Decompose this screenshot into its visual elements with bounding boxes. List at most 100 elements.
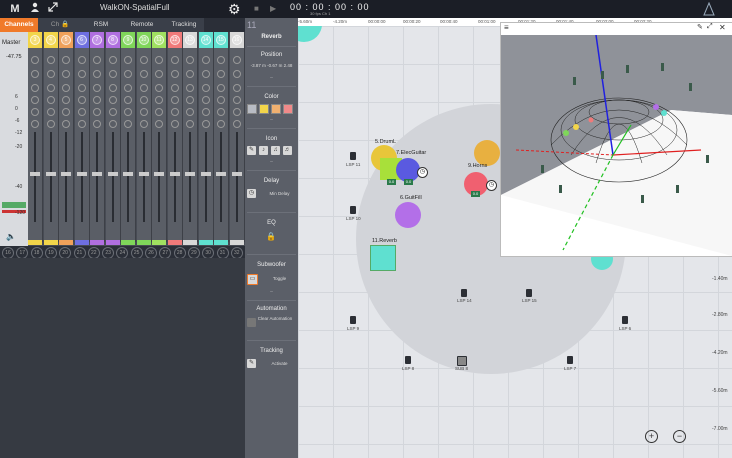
user-icon[interactable]	[28, 2, 42, 16]
subwoofer-more[interactable]: ...	[245, 288, 298, 293]
channel-knob[interactable]	[232, 70, 241, 78]
channel-knob[interactable]	[124, 70, 132, 78]
channel-knob[interactable]	[77, 96, 86, 104]
tab-rsm[interactable]: RSM	[82, 18, 121, 32]
channel-header[interactable]: 13	[183, 32, 197, 48]
channel-strip[interactable]: 10	[136, 32, 152, 245]
channel-knob[interactable]	[46, 56, 55, 64]
fader-handle[interactable]	[61, 172, 71, 176]
channel-knob[interactable]	[139, 70, 148, 78]
fader-track[interactable]	[142, 132, 145, 222]
channel-header[interactable]: 12	[167, 32, 182, 48]
fader-handle[interactable]	[216, 172, 226, 176]
tab-remote[interactable]: Remote	[120, 18, 165, 32]
channel-knob[interactable]	[217, 120, 225, 128]
channel-knob[interactable]	[201, 56, 210, 64]
stop-icon[interactable]: ■	[254, 4, 259, 13]
fader-handle[interactable]	[76, 172, 87, 176]
zoom-out-icon[interactable]: −	[673, 430, 686, 443]
channel-knob[interactable]	[46, 96, 55, 104]
channel-knob[interactable]	[46, 70, 55, 78]
tab-tracking[interactable]: Tracking	[164, 18, 205, 32]
channel-strip[interactable]: 15	[214, 32, 229, 245]
speaker-icon[interactable]	[350, 206, 356, 214]
speaker-icon[interactable]	[461, 289, 467, 297]
color-swatch[interactable]	[283, 104, 293, 114]
channel-knob[interactable]	[31, 96, 39, 104]
channel-knob[interactable]	[170, 70, 179, 78]
channel-knob[interactable]	[217, 84, 225, 92]
channel-knob[interactable]	[232, 96, 241, 104]
channel-knob[interactable]	[186, 120, 194, 128]
channel-knob[interactable]	[124, 84, 132, 92]
edit-icon[interactable]: ✎	[697, 23, 703, 31]
color-swatch[interactable]	[271, 104, 281, 114]
channel-header[interactable]: 5	[59, 32, 73, 48]
channel-header[interactable]: 6	[74, 32, 89, 48]
channel-strip[interactable]: 12	[167, 32, 183, 245]
icon-option-drum[interactable]: ♪	[259, 146, 268, 155]
3d-scene[interactable]	[501, 35, 732, 256]
channel-knob[interactable]	[155, 108, 163, 116]
channel-knob[interactable]	[139, 120, 148, 128]
fader-track[interactable]	[173, 132, 176, 222]
source-reverb[interactable]	[370, 245, 396, 271]
channel-knob[interactable]	[201, 70, 210, 78]
channel-knob[interactable]	[155, 56, 163, 64]
channel-knob[interactable]	[93, 120, 101, 128]
channel-strip[interactable]: 13	[183, 32, 198, 245]
channel-knob[interactable]	[232, 108, 241, 116]
channel-knob[interactable]	[62, 84, 70, 92]
channel-strip[interactable]: 8	[105, 32, 121, 245]
speaker-icon[interactable]	[567, 356, 573, 364]
channel-knob[interactable]	[108, 120, 117, 128]
fader-handle[interactable]	[200, 172, 211, 176]
channel-header[interactable]: 8	[105, 32, 120, 48]
fader-handle[interactable]	[154, 172, 164, 176]
channel-knob[interactable]	[170, 56, 179, 64]
channel-knob[interactable]	[62, 108, 70, 116]
channel-knob[interactable]	[62, 96, 70, 104]
icon-option-keys[interactable]: ♫	[271, 146, 280, 155]
fader-handle[interactable]	[30, 172, 40, 176]
channel-knob[interactable]	[93, 56, 101, 64]
channel-knob[interactable]	[155, 70, 163, 78]
channel-knob[interactable]	[31, 84, 39, 92]
subwoofer-icon[interactable]	[457, 356, 467, 366]
color-swatch[interactable]	[259, 104, 269, 114]
speaker-icon[interactable]	[350, 316, 356, 324]
zoom-in-icon[interactable]: +	[645, 430, 658, 443]
channel-header[interactable]: 16	[229, 32, 244, 48]
eq-lock-icon[interactable]: 🔒	[266, 232, 276, 241]
channel-header[interactable]: 7	[90, 32, 104, 48]
channel-knob[interactable]	[201, 120, 210, 128]
channel-knob[interactable]	[93, 84, 101, 92]
channel-header[interactable]: 11	[152, 32, 166, 48]
fader-handle[interactable]	[185, 172, 195, 176]
channel-knob[interactable]	[186, 108, 194, 116]
channel-header[interactable]: 14	[198, 32, 213, 48]
channel-knob[interactable]	[77, 108, 86, 116]
fader-track[interactable]	[189, 132, 191, 222]
position-value[interactable]: -3.87 m -0.67 m 2.48	[245, 63, 298, 68]
channel-knob[interactable]	[124, 108, 132, 116]
channel-header[interactable]: 9	[121, 32, 135, 48]
channel-knob[interactable]	[139, 84, 148, 92]
fader-handle[interactable]	[138, 172, 149, 176]
icon-option-pen[interactable]: ✎	[247, 146, 256, 155]
fader-track[interactable]	[204, 132, 207, 222]
channel-strip[interactable]: 9	[121, 32, 136, 245]
play-icon[interactable]: ▶	[270, 4, 276, 13]
channel-knob[interactable]	[77, 56, 86, 64]
logo-m-icon[interactable]: M	[8, 2, 22, 16]
channel-strip[interactable]: 3	[28, 32, 43, 245]
channel-header[interactable]: 3	[28, 32, 42, 48]
channel-knob[interactable]	[124, 56, 132, 64]
channel-strip[interactable]: 7	[90, 32, 105, 245]
channel-knob[interactable]	[108, 108, 117, 116]
fader-track[interactable]	[235, 132, 238, 222]
channel-knob[interactable]	[170, 108, 179, 116]
fader-track[interactable]	[80, 132, 83, 222]
channel-knob[interactable]	[108, 70, 117, 78]
channel-knob[interactable]	[170, 96, 179, 104]
